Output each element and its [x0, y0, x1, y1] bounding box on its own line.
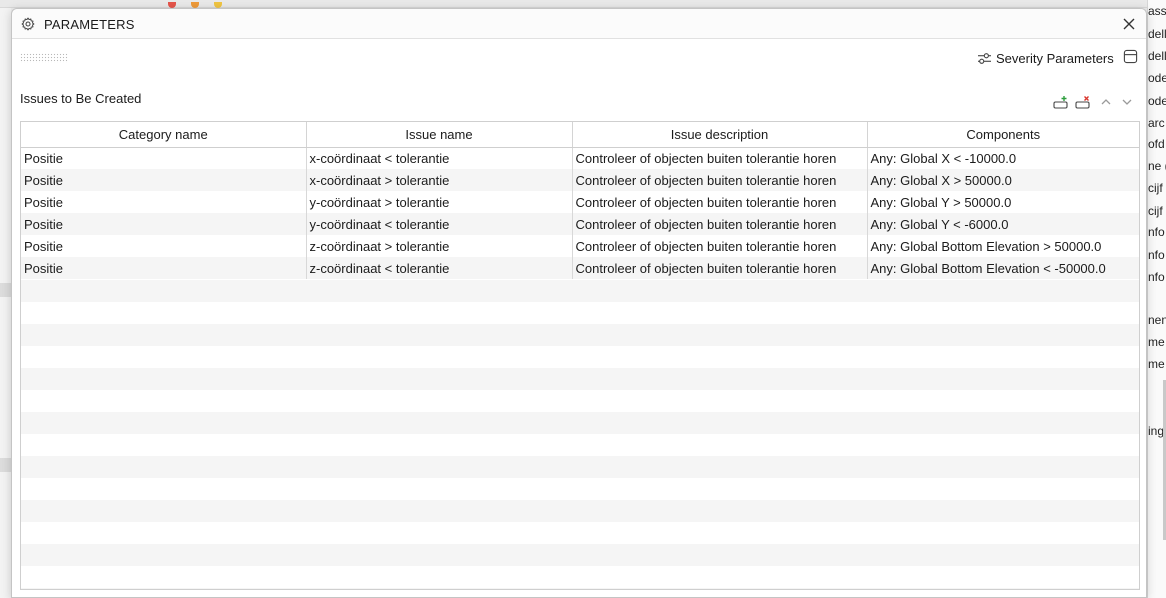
sliders-icon — [978, 52, 991, 64]
background-text: me — [1148, 335, 1165, 349]
cell-issue-name[interactable]: x-coördinaat > tolerantie — [306, 169, 573, 191]
table-row[interactable]: Positie y-coördinaat > tolerantie Contro… — [21, 191, 1139, 213]
dialog-titlebar[interactable]: PARAMETERS — [12, 9, 1146, 39]
background-text: nfo — [1148, 225, 1165, 239]
cell-category-name[interactable]: Positie — [21, 213, 307, 235]
panel-icon[interactable] — [1123, 49, 1138, 64]
background-text: assi — [1148, 4, 1166, 18]
severity-parameters-label: Severity Parameters — [996, 50, 1114, 66]
cell-components[interactable]: Any: Global Bottom Elevation > 50000.0 — [867, 235, 1139, 257]
empty-row-stripes — [21, 280, 1139, 589]
cell-issue-name[interactable]: y-coördinaat < tolerantie — [306, 213, 573, 235]
section-title: Issues to Be Created — [20, 91, 142, 106]
issues-table[interactable]: Category name Issue name Issue descripti… — [20, 121, 1140, 590]
cell-components[interactable]: Any: Global Y < -6000.0 — [867, 213, 1139, 235]
severity-parameters-button[interactable]: Severity Parameters — [977, 49, 1114, 67]
column-header-issue-name[interactable]: Issue name — [306, 122, 573, 148]
background-text: me — [1148, 357, 1165, 371]
cell-category-name[interactable]: Positie — [21, 191, 307, 213]
background-toolbar — [0, 0, 1166, 8]
cell-issue-name[interactable]: z-coördinaat > tolerantie — [306, 235, 573, 257]
dialog-title: PARAMETERS — [44, 17, 135, 32]
cell-issue-name[interactable]: z-coördinaat < tolerantie — [306, 257, 573, 279]
column-header-components[interactable]: Components — [867, 122, 1139, 148]
cell-issue-description[interactable]: Controleer of objecten buiten tolerantie… — [572, 169, 868, 191]
table-row[interactable]: Positie y-coördinaat < tolerantie Contro… — [21, 213, 1139, 235]
chevron-down-icon[interactable] — [1118, 94, 1136, 110]
background-text: arc — [1148, 116, 1165, 130]
background-text: ing — [1148, 424, 1165, 438]
close-icon[interactable] — [1121, 16, 1137, 32]
background-text: odel — [1148, 94, 1166, 108]
background-left-pane — [0, 8, 11, 598]
cell-category-name[interactable]: Positie — [21, 257, 307, 279]
add-row-icon[interactable] — [1052, 94, 1070, 110]
background-text: nfo — [1148, 248, 1165, 262]
gear-icon — [21, 17, 35, 31]
background-right-pane: assi dell dell odel odel arc ofd ne ( ci… — [1147, 0, 1166, 598]
table-row[interactable]: Positie z-coördinaat < tolerantie Contro… — [21, 257, 1139, 279]
background-text: odel — [1148, 71, 1166, 85]
table-row[interactable]: Positie x-coördinaat < tolerantie Contro… — [21, 147, 1139, 169]
background-text: nen — [1148, 313, 1166, 327]
cell-issue-description[interactable]: Controleer of objecten buiten tolerantie… — [572, 235, 868, 257]
background-text: cijf — [1148, 204, 1163, 218]
cell-components[interactable]: Any: Global X > 50000.0 — [867, 169, 1139, 191]
background-text: dell — [1148, 27, 1166, 41]
remove-row-icon[interactable] — [1074, 94, 1092, 110]
cell-category-name[interactable]: Positie — [21, 235, 307, 257]
cell-category-name[interactable]: Positie — [21, 169, 307, 191]
cell-components[interactable]: Any: Global X < -10000.0 — [867, 147, 1139, 169]
cell-issue-description[interactable]: Controleer of objecten buiten tolerantie… — [572, 191, 868, 213]
background-text: nfo — [1148, 270, 1165, 284]
column-header-issue-description[interactable]: Issue description — [572, 122, 868, 148]
table-row[interactable]: Positie z-coördinaat > tolerantie Contro… — [21, 235, 1139, 257]
cell-components[interactable]: Any: Global Bottom Elevation < -50000.0 — [867, 257, 1139, 279]
background-text: ne ( — [1148, 159, 1166, 173]
table-row[interactable]: Positie x-coördinaat > tolerantie Contro… — [21, 169, 1139, 191]
table-header-row: Category name Issue name Issue descripti… — [21, 122, 1139, 148]
drag-handle[interactable] — [20, 53, 68, 63]
cell-issue-name[interactable]: y-coördinaat > tolerantie — [306, 191, 573, 213]
background-text: cijf — [1148, 181, 1163, 195]
cell-issue-description[interactable]: Controleer of objecten buiten tolerantie… — [572, 147, 868, 169]
chevron-up-icon[interactable] — [1097, 94, 1115, 110]
cell-issue-description[interactable]: Controleer of objecten buiten tolerantie… — [572, 257, 868, 279]
background-text: ofd — [1148, 137, 1165, 151]
cell-category-name[interactable]: Positie — [21, 147, 307, 169]
cell-components[interactable]: Any: Global Y > 50000.0 — [867, 191, 1139, 213]
column-header-category-name[interactable]: Category name — [21, 122, 307, 148]
cell-issue-name[interactable]: x-coördinaat < tolerantie — [306, 147, 573, 169]
cell-issue-description[interactable]: Controleer of objecten buiten tolerantie… — [572, 213, 868, 235]
background-text: dell — [1148, 49, 1166, 63]
parameters-dialog: PARAMETERS Severity Parameters Issues to… — [11, 8, 1147, 598]
